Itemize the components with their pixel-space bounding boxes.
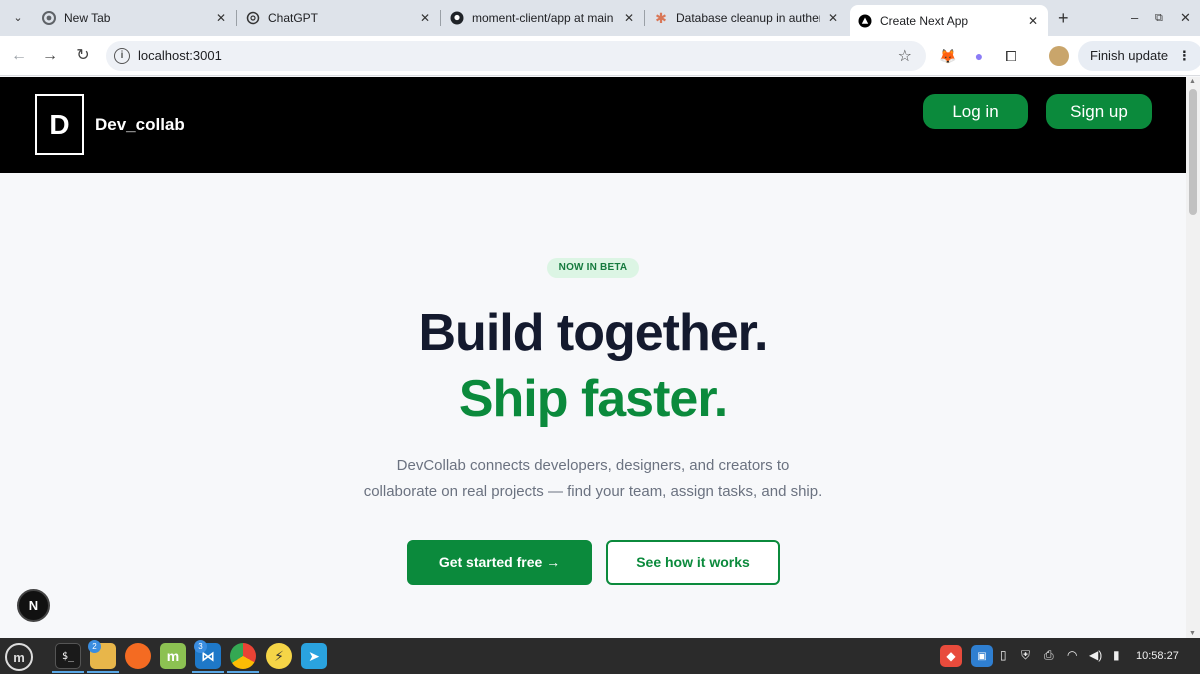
window-close-icon[interactable]: ✕: [1180, 8, 1191, 28]
volume-icon[interactable]: ◀): [1089, 648, 1102, 662]
anydesk-icon[interactable]: ◆: [940, 645, 962, 667]
tab-chatgpt[interactable]: ChatGPT ✕: [246, 5, 432, 31]
vscode-active-indicator: [192, 671, 224, 673]
logo[interactable]: D: [35, 94, 84, 155]
nextjs-icon: [858, 14, 872, 28]
wifi-icon[interactable]: ◠: [1067, 648, 1077, 662]
os-taskbar: m $_ 2 m ⋈ 3 ⚡ ➤ ◆ ▣ ▯ ⛨ ⎙ ◠ ◀) ▮ 10:58:…: [0, 638, 1200, 674]
vscode-badge: 3: [194, 640, 207, 653]
tab-title: ChatGPT: [268, 11, 319, 25]
scroll-up-arrow-icon[interactable]: ▲: [1189, 78, 1196, 85]
tab-title: New Tab: [64, 11, 111, 25]
browser-tab-strip: ⌄ New Tab ✕ ChatGPT ✕ moment-client/app …: [0, 0, 1200, 36]
minimize-icon[interactable]: –: [1131, 8, 1138, 28]
subheadline-line-1: DevCollab connects developers, designers…: [396, 457, 790, 474]
finish-update-label: Finish update: [1090, 48, 1169, 63]
address-bar[interactable]: i localhost:3001 ☆: [106, 41, 926, 71]
tray-app-icon[interactable]: ▣: [971, 645, 993, 667]
battery-icon[interactable]: ▮: [1113, 648, 1120, 662]
tab-title: Database cleanup in authen: [676, 11, 820, 25]
page-viewport: D Dev_collab Log in Sign up NOW IN BETA …: [0, 77, 1186, 638]
back-arrow-icon[interactable]: ←: [8, 45, 30, 67]
tab-title: Create Next App: [880, 13, 969, 28]
close-icon[interactable]: ✕: [214, 11, 228, 25]
brand-name[interactable]: Dev_collab: [95, 115, 185, 135]
mint-menu-icon[interactable]: m: [5, 643, 33, 671]
tab-claude[interactable]: ✱ Database cleanup in authen ✕: [654, 5, 840, 31]
see-how-it-works-button[interactable]: See how it works: [606, 540, 780, 585]
restore-icon[interactable]: ⧉: [1155, 8, 1163, 28]
nextjs-dev-indicator[interactable]: N: [17, 589, 50, 622]
metamask-fox-icon[interactable]: 🦊: [938, 46, 958, 66]
tab-title: moment-client/app at main: [472, 11, 614, 25]
url-text[interactable]: localhost:3001: [138, 48, 222, 63]
page-scrollbar[interactable]: ▲ ▼: [1186, 77, 1200, 638]
reload-icon[interactable]: ↻: [72, 45, 94, 67]
browser-toolbar: ← → ↻ i localhost:3001 ☆ 🦊 ● ⧠ Finish up…: [0, 36, 1200, 76]
close-icon[interactable]: ✕: [826, 11, 840, 25]
headline-line-1: Build together.: [418, 304, 769, 362]
signup-button[interactable]: Sign up: [1046, 94, 1152, 129]
site-info-icon[interactable]: i: [114, 48, 130, 64]
bookmark-star-icon[interactable]: ☆: [898, 46, 912, 66]
shield-icon[interactable]: ⛨: [1021, 648, 1030, 663]
chrome-active-indicator: [227, 671, 259, 673]
tab-search-chevron-icon[interactable]: ⌄: [8, 8, 28, 28]
github-icon: [450, 11, 464, 25]
terminal-active-indicator: [52, 671, 84, 673]
tab-create-next-app[interactable]: Create Next App ✕: [850, 5, 1048, 36]
tab-new-tab[interactable]: New Tab ✕: [42, 5, 228, 31]
site-header: D Dev_collab Log in Sign up: [0, 77, 1186, 173]
extensions-puzzle-icon[interactable]: ⧠: [1001, 46, 1021, 66]
bolt-app-icon[interactable]: ⚡: [266, 643, 292, 669]
tab-divider: [440, 10, 441, 26]
close-icon[interactable]: ✕: [418, 11, 432, 25]
printer-icon[interactable]: ⎙: [1044, 648, 1054, 663]
claude-icon: ✱: [655, 9, 667, 26]
clipboard-icon[interactable]: ▯: [1000, 648, 1007, 662]
kebab-menu-icon[interactable]: ⋮: [1178, 48, 1191, 63]
chatgpt-icon: [246, 11, 260, 25]
mintupdate-icon[interactable]: m: [160, 643, 186, 669]
beta-badge: NOW IN BETA: [547, 258, 639, 278]
clock[interactable]: 10:58:27: [1136, 650, 1179, 662]
login-button[interactable]: Log in: [923, 94, 1028, 129]
get-started-button[interactable]: Get started free →: [407, 540, 592, 585]
profile-avatar[interactable]: [1049, 46, 1069, 66]
telegram-icon[interactable]: ➤: [301, 643, 327, 669]
close-icon[interactable]: ✕: [1026, 14, 1040, 28]
tab-divider: [644, 10, 645, 26]
finish-update-button[interactable]: Finish update ⋮: [1078, 41, 1200, 71]
subheadline-line-2: collaborate on real projects — find your…: [363, 483, 823, 500]
headline-line-2: Ship faster.: [458, 370, 728, 428]
files-active-indicator: [87, 671, 119, 673]
chrome-taskbar-icon[interactable]: [230, 643, 256, 669]
tab-github[interactable]: moment-client/app at main ✕: [450, 5, 636, 31]
terminal-icon[interactable]: $_: [55, 643, 81, 669]
files-badge: 2: [88, 640, 101, 653]
firefox-icon[interactable]: [125, 643, 151, 669]
close-icon[interactable]: ✕: [622, 11, 636, 25]
chrome-icon: [42, 11, 56, 25]
scroll-down-arrow-icon[interactable]: ▼: [1189, 630, 1196, 637]
forward-arrow-icon[interactable]: →: [39, 45, 61, 67]
new-tab-plus-icon[interactable]: +: [1058, 8, 1069, 28]
scroll-thumb[interactable]: [1189, 89, 1197, 215]
extension-blob-icon[interactable]: ●: [969, 46, 989, 66]
tab-divider: [236, 10, 237, 26]
